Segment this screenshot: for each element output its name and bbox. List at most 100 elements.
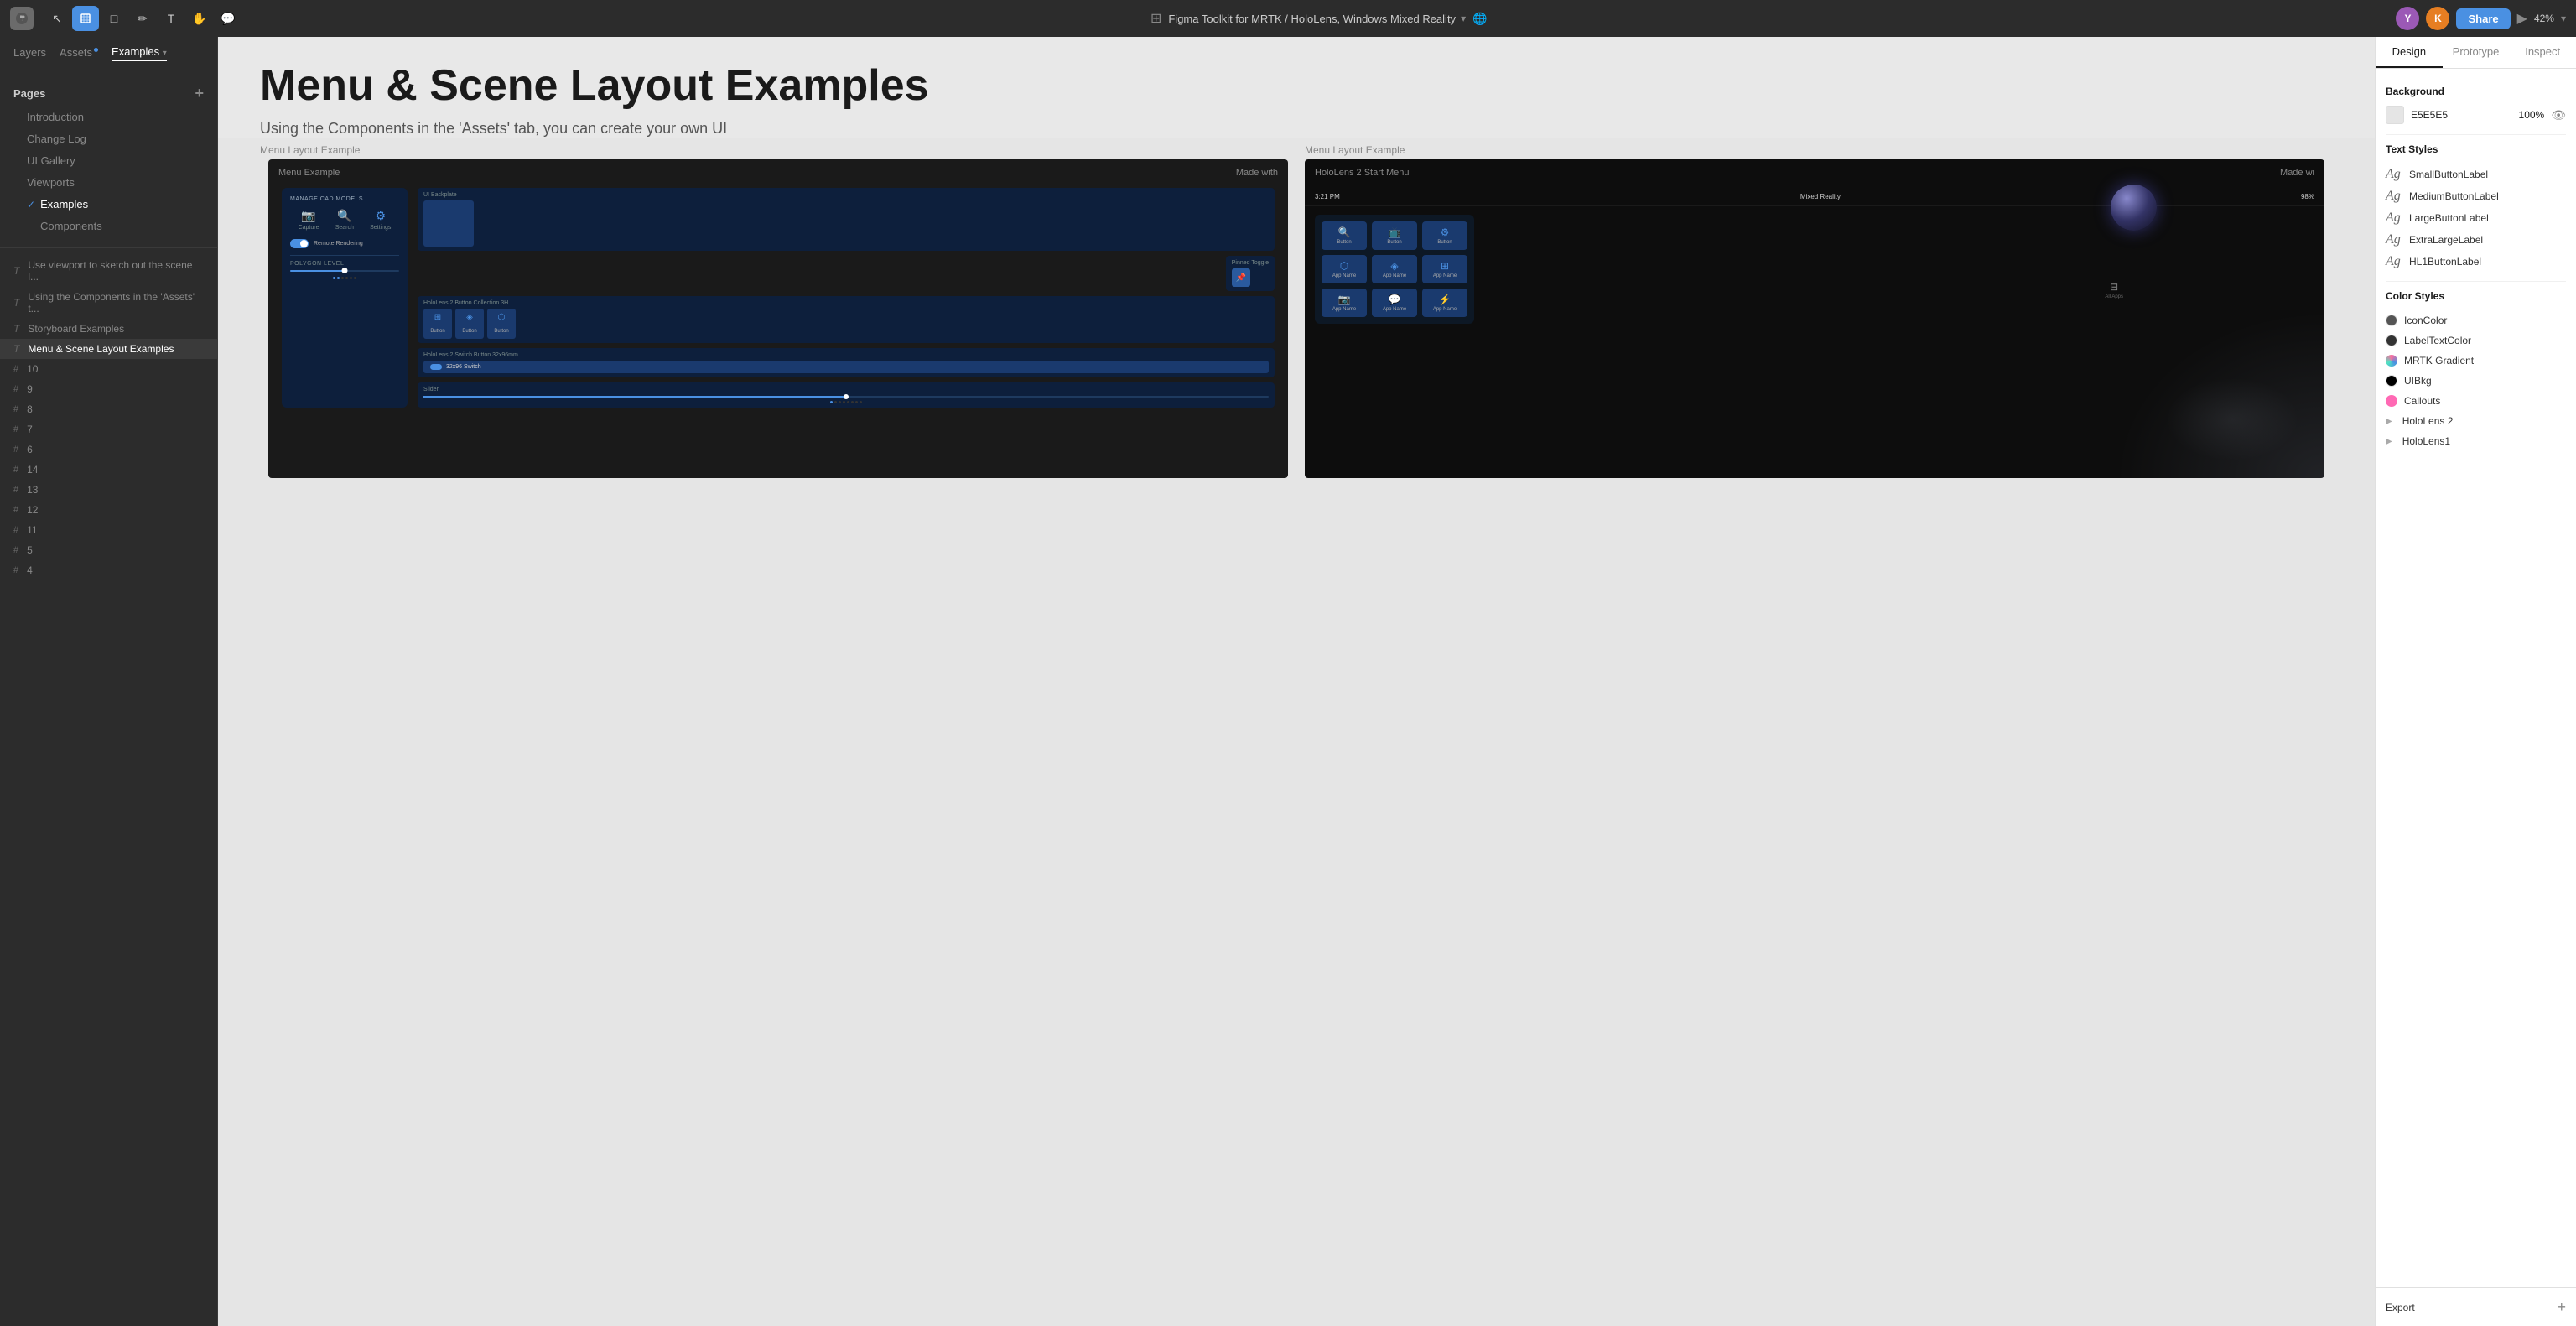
text-style-extralarge[interactable]: Ag ExtraLargeLabel: [2386, 229, 2566, 251]
zoom-dropdown[interactable]: ▾: [2561, 13, 2566, 24]
gradient-swatch: [2386, 355, 2397, 367]
tab-prototype[interactable]: Prototype: [2443, 37, 2510, 68]
figma-logo[interactable]: [10, 7, 34, 30]
color-style-mrtk-gradient[interactable]: MRTK Gradient: [2386, 351, 2566, 371]
frame-icon: #: [13, 384, 18, 394]
layer-label: Menu & Scene Layout Examples: [28, 343, 174, 355]
tab-layers[interactable]: Layers: [13, 46, 46, 60]
frame-icon: #: [13, 485, 18, 495]
sidebar-content: Pages + Introduction Change Log UI Galle…: [0, 70, 217, 1326]
text-tool[interactable]: T: [158, 6, 184, 31]
file-grid-icon: ⊞: [1150, 10, 1161, 27]
layer-frame-11[interactable]: # 11: [0, 520, 217, 540]
layer-frame-9[interactable]: # 9: [0, 379, 217, 399]
text-style-hl1[interactable]: Ag HL1ButtonLabel: [2386, 251, 2566, 273]
layer-text-storyboard[interactable]: T Storyboard Examples: [0, 319, 217, 339]
status-time: 3:21 PM: [1315, 193, 1340, 200]
panel-title: MANAGE CAD MODELS: [290, 196, 399, 202]
page-label: Examples: [40, 198, 88, 211]
tab-assets[interactable]: Assets: [60, 46, 98, 60]
background-section-label: Background: [2386, 86, 2566, 97]
text-layer-icon: T: [13, 297, 19, 309]
tool-group-main: ↖ □ ✏ T ✋ 💬: [44, 6, 242, 31]
bg-opacity-value[interactable]: 100%: [2519, 109, 2545, 121]
page-item-introduction[interactable]: Introduction: [13, 107, 204, 127]
color-swatch: [2386, 335, 2397, 346]
tab-design[interactable]: Design: [2376, 37, 2443, 68]
page-item-viewports[interactable]: Viewports: [13, 172, 204, 193]
zoom-label[interactable]: 42%: [2534, 13, 2554, 24]
page-item-changelog[interactable]: Change Log: [13, 128, 204, 149]
text-style-medium[interactable]: Ag MediumButtonLabel: [2386, 185, 2566, 207]
ag-icon: Ag: [2386, 167, 2402, 182]
canvas-area[interactable]: Menu & Scene Layout Examples Using the C…: [218, 37, 2375, 1326]
group-arrow-icon: ▶: [2386, 437, 2392, 446]
layer-frame-13[interactable]: # 13: [0, 480, 217, 500]
toolbar-right: Y K Share ▶ 42% ▾: [2396, 7, 2566, 30]
color-style-hololens1-group[interactable]: ▶ HoloLens1: [2386, 431, 2566, 451]
color-name: HoloLens 2: [2402, 415, 2454, 427]
shape-tool[interactable]: □: [101, 6, 127, 31]
layer-label: 12: [27, 504, 38, 516]
tab-inspect[interactable]: Inspect: [2509, 37, 2576, 68]
frame-tool[interactable]: [72, 6, 99, 31]
globe-icon[interactable]: 🌐: [1472, 12, 1487, 26]
present-icon[interactable]: ▶: [2517, 10, 2527, 27]
bg-hex-value[interactable]: E5E5E5: [2411, 109, 2512, 121]
color-style-labeltextcolor[interactable]: LabelTextColor: [2386, 330, 2566, 351]
export-add-button[interactable]: +: [2557, 1298, 2566, 1316]
style-name: SmallButtonLabel: [2409, 169, 2488, 180]
color-style-hololens2-group[interactable]: ▶ HoloLens 2: [2386, 411, 2566, 431]
layer-frame-5[interactable]: # 5: [0, 540, 217, 560]
color-name: LabelTextColor: [2404, 335, 2471, 346]
text-style-large[interactable]: Ag LargeButtonLabel: [2386, 207, 2566, 229]
divider-2: [2386, 281, 2566, 282]
file-title[interactable]: Figma Toolkit for MRTK / HoloLens, Windo…: [1168, 13, 1466, 25]
all-apps-label: All Apps: [2105, 294, 2123, 299]
color-style-iconcolor[interactable]: IconColor: [2386, 310, 2566, 330]
layer-text-using[interactable]: T Using the Components in the 'Assets' t…: [0, 287, 217, 319]
page-subtitle: Using the Components in the 'Assets' tab…: [260, 120, 2333, 138]
layer-frame-6[interactable]: # 6: [0, 439, 217, 460]
canvas-content: Menu & Scene Layout Examples Using the C…: [218, 37, 2375, 1326]
status-label: Mixed Reality: [1800, 193, 1841, 200]
main-area: Layers Assets Examples ▾ Pages + Introdu…: [0, 37, 2576, 1326]
icon-label-settings: Settings: [370, 225, 391, 231]
color-style-uibkg[interactable]: UIBkg: [2386, 371, 2566, 391]
color-swatch: [2386, 315, 2397, 326]
share-button[interactable]: Share: [2456, 8, 2510, 29]
ag-icon: Ag: [2386, 254, 2402, 269]
layer-frame-14[interactable]: # 14: [0, 460, 217, 480]
frame-icon: #: [13, 465, 18, 475]
bg-color-swatch[interactable]: [2386, 106, 2404, 124]
layer-label: 10: [27, 363, 38, 375]
layer-frame-12[interactable]: # 12: [0, 500, 217, 520]
color-name: Callouts: [2404, 395, 2440, 407]
pages-header: Pages +: [13, 81, 204, 106]
tab-examples[interactable]: Examples ▾: [112, 45, 167, 61]
page-item-uigallery[interactable]: UI Gallery: [13, 150, 204, 171]
layer-text-menu[interactable]: T Menu & Scene Layout Examples: [0, 339, 217, 359]
move-tool[interactable]: ↖: [44, 6, 70, 31]
pages-add-button[interactable]: +: [195, 86, 204, 101]
background-row: E5E5E5 100% 👁: [2386, 106, 2566, 124]
layer-frame-8[interactable]: # 8: [0, 399, 217, 419]
layer-frame-7[interactable]: # 7: [0, 419, 217, 439]
page-item-components[interactable]: Components: [13, 216, 204, 237]
hand-tool[interactable]: ✋: [186, 6, 213, 31]
visibility-icon[interactable]: 👁: [2551, 108, 2566, 122]
layer-label: 13: [27, 484, 38, 496]
page-item-examples[interactable]: ✓ Examples: [13, 194, 204, 215]
layer-frame-4[interactable]: # 4: [0, 560, 217, 580]
page-label: Change Log: [27, 133, 86, 145]
comment-tool[interactable]: 💬: [215, 6, 242, 31]
app-name-2: App Name: [1377, 273, 1412, 278]
color-name: IconColor: [2404, 315, 2447, 326]
layer-text-viewport[interactable]: T Use viewport to sketch out the scene l…: [0, 255, 217, 287]
pen-tool[interactable]: ✏: [129, 6, 156, 31]
layer-frame-10[interactable]: # 10: [0, 359, 217, 379]
frame-icon: #: [13, 404, 18, 414]
avatar-k: K: [2426, 7, 2449, 30]
color-style-callouts[interactable]: Callouts: [2386, 391, 2566, 411]
text-style-small[interactable]: Ag SmallButtonLabel: [2386, 164, 2566, 185]
